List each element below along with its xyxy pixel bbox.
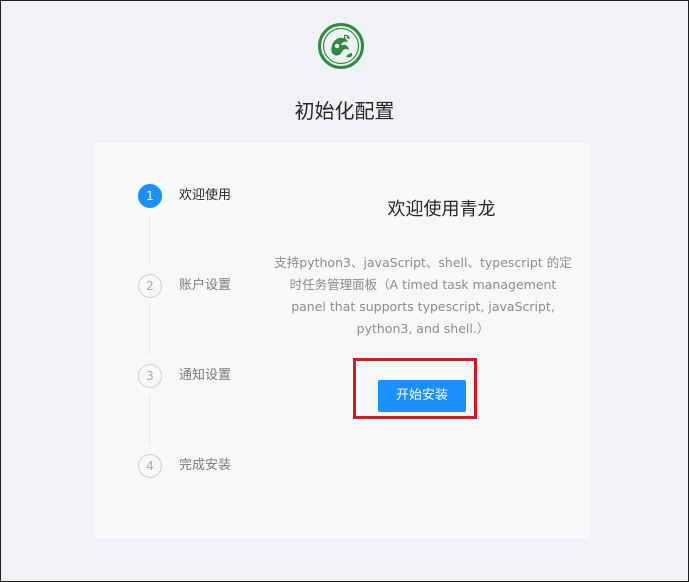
step-label: 欢迎使用 bbox=[179, 188, 232, 203]
welcome-title: 欢迎使用青龙 bbox=[387, 199, 496, 220]
page-title: 初始化配置 bbox=[294, 99, 395, 123]
welcome-description: 支持python3、javaScript、shell、typescript 的定… bbox=[274, 255, 572, 336]
step-number: 2 bbox=[138, 274, 162, 298]
start-install-button[interactable]: 开始安装 bbox=[378, 380, 466, 412]
step-label: 账户设置 bbox=[179, 278, 232, 293]
step-label: 完成安装 bbox=[179, 458, 232, 473]
setup-card: 1 欢迎使用 2 账户设置 3 通知设置 4 完成安装 欢迎使用青龙 支持pyt… bbox=[93, 142, 590, 539]
step-number: 1 bbox=[138, 184, 162, 208]
app-logo bbox=[318, 23, 364, 69]
step-connector bbox=[149, 305, 150, 355]
step-connector bbox=[149, 215, 150, 265]
qinglong-dragon-logo-icon bbox=[318, 23, 364, 69]
step-number: 4 bbox=[138, 454, 162, 478]
step-connector bbox=[149, 395, 150, 445]
step-number: 3 bbox=[138, 364, 162, 388]
step-label: 通知设置 bbox=[179, 368, 232, 383]
